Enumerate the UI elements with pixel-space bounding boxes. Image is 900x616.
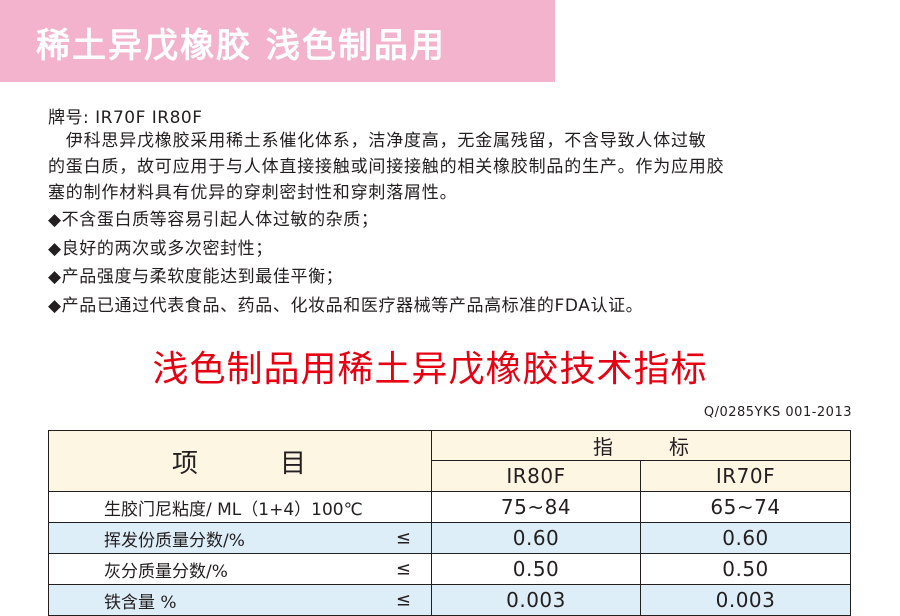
row-item: 灰分质量分数/% ≤ [48, 553, 432, 585]
feature-item: ◆良好的两次或多次密封性； [48, 238, 273, 259]
title-banner: 稀土异戊橡胶 浅色制品用 [0, 0, 555, 82]
row-item: 生胶门尼粘度/ ML（1+4）100℃ [48, 491, 432, 523]
row-ir80f-value: 0.003 [431, 584, 641, 616]
feature-item: ◆产品已通过代表食品、药品、化妆品和医疗器械等产品高标准的FDA认证。 [48, 295, 644, 316]
row-ir70f-value: 0.003 [640, 584, 851, 616]
table-row: 灰分质量分数/% ≤ 0.50 0.50 [48, 553, 851, 585]
row-comparator: ≤ [395, 558, 411, 580]
row-ir80f-value: 0.60 [431, 522, 641, 554]
header-index: 指标 [431, 430, 851, 461]
description-line: 的蛋白质，故可应用于与人体直接接触或间接接触的相关橡胶制品的生产。作为应用胶 [48, 157, 725, 177]
row-ir80f-value: 0.50 [431, 553, 641, 585]
row-ir80f-value: 75~84 [431, 491, 641, 523]
table-row: 挥发份质量分数/% ≤ 0.60 0.60 [48, 522, 851, 554]
section-title: 浅色制品用稀土异戊橡胶技术指标 [152, 349, 708, 390]
table-row: 生胶门尼粘度/ ML（1+4）100℃ 75~84 65~74 [48, 491, 851, 523]
table-header-row: 项目 指标 [48, 430, 851, 492]
row-item-label: 生胶门尼粘度/ ML（1+4）100℃ [104, 499, 363, 520]
brand-line: 牌号: IR70F IR80F [48, 108, 203, 128]
row-comparator: ≤ [395, 527, 411, 549]
row-item-label: 挥发份质量分数/% [104, 530, 245, 551]
feature-list: ◆不含蛋白质等容易引起人体过敏的杂质； ◆良好的两次或多次密封性； ◆产品强度与… [48, 206, 643, 320]
column-ir80f: IR80F [431, 460, 641, 492]
header-item-char: 目 [280, 448, 309, 479]
header-item: 项目 [48, 430, 432, 492]
row-ir70f-value: 65~74 [640, 491, 851, 523]
row-ir70f-value: 0.50 [640, 553, 851, 585]
description-line: 伊科思异戊橡胶采用稀土系催化体系，洁净度高，无金属残留，不含导致人体过敏 [48, 131, 707, 151]
header-index-char: 标 [669, 435, 689, 459]
standard-number: Q/0285YKS 001-2013 [703, 405, 852, 420]
banner-title: 稀土异戊橡胶 浅色制品用 [36, 26, 446, 66]
feature-item: ◆不含蛋白质等容易引起人体过敏的杂质； [48, 210, 379, 230]
column-ir70f: IR70F [640, 460, 851, 492]
row-item-label: 铁含量 % [104, 592, 177, 613]
description-paragraph: 伊科思异戊橡胶采用稀土系催化体系，洁净度高，无金属残留，不含导致人体过敏 的蛋白… [48, 128, 856, 206]
row-item: 挥发份质量分数/% ≤ [48, 522, 432, 554]
row-ir70f-value: 0.60 [640, 522, 851, 554]
feature-item: ◆产品强度与柔软度能达到最佳平衡； [48, 267, 344, 287]
row-item-label: 灰分质量分数/% [104, 561, 228, 582]
row-item: 铁含量 % ≤ [48, 584, 432, 616]
spec-table: 项目 指标 IR80F IR70F 生胶门尼粘度/ ML（1+4）100℃ 75… [48, 430, 851, 616]
row-comparator: ≤ [395, 589, 411, 611]
header-index-char: 指 [593, 435, 613, 459]
header-item-char: 项 [171, 448, 200, 479]
table-row: 铁含量 % ≤ 0.003 0.003 [48, 584, 851, 616]
description-line: 塞的制作材料具有优异的穿刺密封性和穿刺落屑性。 [48, 183, 458, 203]
